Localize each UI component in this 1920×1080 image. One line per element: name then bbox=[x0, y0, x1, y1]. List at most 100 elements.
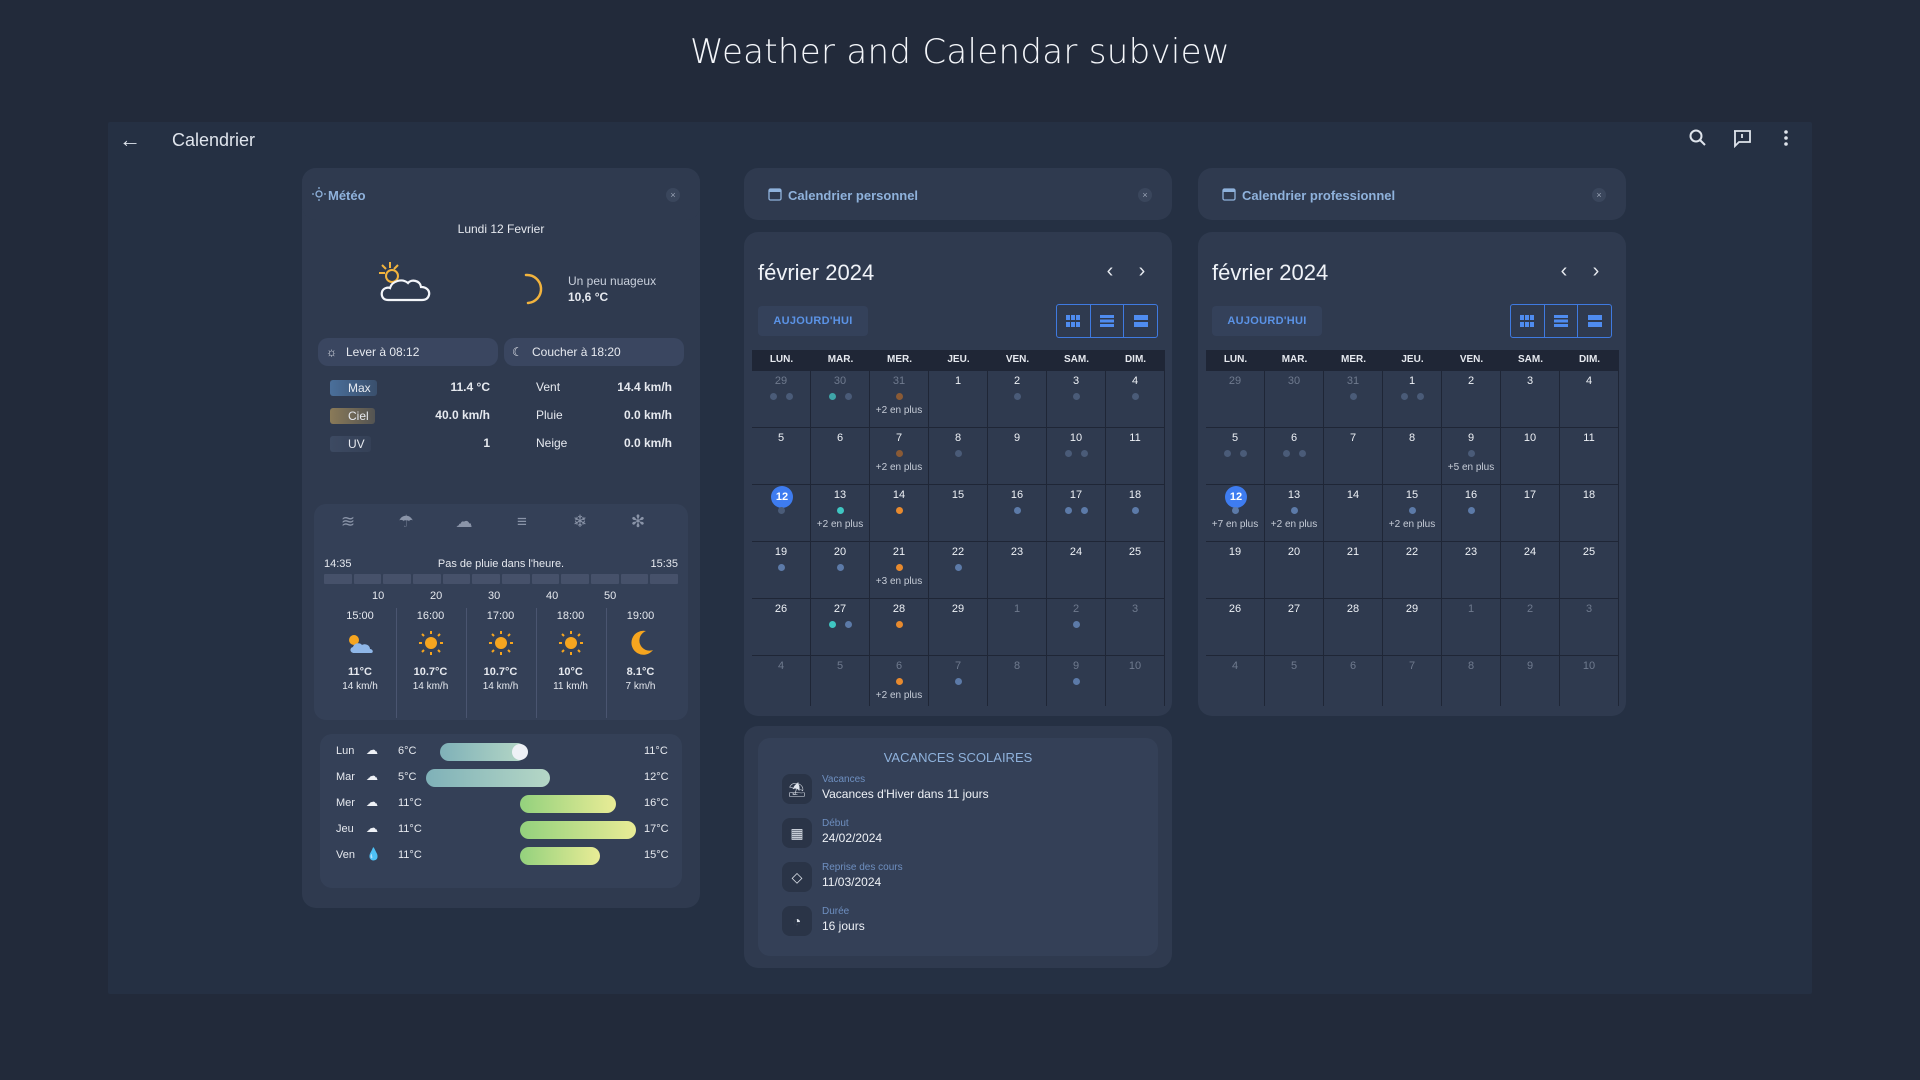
chevron-right-icon[interactable]: › bbox=[1588, 260, 1604, 283]
calendar-day[interactable]: 27 bbox=[811, 599, 869, 655]
today-button[interactable]: AUJOURD'HUI bbox=[1212, 306, 1322, 336]
more-events[interactable]: +2 en plus bbox=[1265, 519, 1323, 530]
calendar-day[interactable]: 23 bbox=[1442, 542, 1500, 598]
calendar-day[interactable]: 25 bbox=[1560, 542, 1618, 598]
calendar-day[interactable]: 28 bbox=[1324, 599, 1382, 655]
calendar-day[interactable]: 29 bbox=[1206, 371, 1264, 427]
calendar-day[interactable]: 1 bbox=[988, 599, 1046, 655]
calendar-day[interactable]: 31 bbox=[1324, 371, 1382, 427]
calendar-day[interactable]: 29 bbox=[1383, 599, 1441, 655]
calendar-day[interactable]: 1 bbox=[929, 371, 987, 427]
calendar-day[interactable]: 3 bbox=[1560, 599, 1618, 655]
calendar-day[interactable]: 2 bbox=[988, 371, 1046, 427]
more-vert-icon[interactable] bbox=[1774, 128, 1798, 152]
calendar-day[interactable]: 12 +7 en plus bbox=[1206, 485, 1264, 541]
calendar-day[interactable]: 9 bbox=[1047, 656, 1105, 712]
more-events[interactable]: +7 en plus bbox=[1206, 519, 1264, 530]
calendar-day[interactable]: 24 bbox=[1047, 542, 1105, 598]
calendar-day[interactable]: 10 bbox=[1106, 656, 1164, 712]
calendar-day[interactable]: 2 bbox=[1047, 599, 1105, 655]
calendar-day[interactable]: 6 bbox=[1265, 428, 1323, 484]
calendar-day[interactable]: 16 bbox=[988, 485, 1046, 541]
month-view-icon[interactable] bbox=[1057, 305, 1091, 337]
close-icon[interactable]: × bbox=[1592, 188, 1606, 202]
calendar-day[interactable]: 10 bbox=[1047, 428, 1105, 484]
calendar-day[interactable]: 11 bbox=[1106, 428, 1164, 484]
calendar-day[interactable]: 28 bbox=[870, 599, 928, 655]
calendar-day[interactable]: 22 bbox=[929, 542, 987, 598]
chevron-left-icon[interactable]: ‹ bbox=[1102, 260, 1118, 283]
calendar-day[interactable]: 2 bbox=[1442, 371, 1500, 427]
calendar-day[interactable]: 17 bbox=[1047, 485, 1105, 541]
day-view-icon[interactable] bbox=[1578, 305, 1611, 337]
calendar-day[interactable]: 23 bbox=[988, 542, 1046, 598]
calendar-day[interactable]: 5 bbox=[1265, 656, 1323, 712]
calendar-day[interactable]: 29 bbox=[752, 371, 810, 427]
calendar-day[interactable]: 5 bbox=[1206, 428, 1264, 484]
calendar-day[interactable]: 12 bbox=[752, 485, 810, 541]
calendar-day[interactable]: 1 bbox=[1442, 599, 1500, 655]
calendar-day[interactable]: 10 bbox=[1501, 428, 1559, 484]
more-events[interactable]: +2 en plus bbox=[870, 462, 928, 473]
calendar-day[interactable]: 26 bbox=[752, 599, 810, 655]
calendar-day[interactable]: 20 bbox=[1265, 542, 1323, 598]
calendar-day[interactable]: 18 bbox=[1106, 485, 1164, 541]
calendar-day[interactable]: 8 bbox=[988, 656, 1046, 712]
calendar-day[interactable]: 29 bbox=[929, 599, 987, 655]
calendar-day[interactable]: 8 bbox=[929, 428, 987, 484]
calendar-day[interactable]: 8 bbox=[1442, 656, 1500, 712]
calendar-day[interactable]: 1 bbox=[1383, 371, 1441, 427]
calendar-day[interactable]: 9 bbox=[988, 428, 1046, 484]
calendar-day[interactable]: 9 bbox=[1501, 656, 1559, 712]
calendar-day[interactable]: 10 bbox=[1560, 656, 1618, 712]
calendar-day[interactable]: 3 bbox=[1501, 371, 1559, 427]
calendar-day[interactable]: 6 bbox=[811, 428, 869, 484]
calendar-day[interactable]: 24 bbox=[1501, 542, 1559, 598]
calendar-day[interactable]: 3 bbox=[1047, 371, 1105, 427]
calendar-day[interactable]: 16 bbox=[1442, 485, 1500, 541]
calendar-day[interactable]: 5 bbox=[752, 428, 810, 484]
calendar-day[interactable]: 15 bbox=[929, 485, 987, 541]
more-events[interactable]: +2 en plus bbox=[870, 690, 928, 701]
more-events[interactable]: +2 en plus bbox=[870, 405, 928, 416]
calendar-day[interactable]: 21 bbox=[1324, 542, 1382, 598]
calendar-day[interactable]: 7 bbox=[1383, 656, 1441, 712]
calendar-day[interactable]: 30 bbox=[811, 371, 869, 427]
calendar-day[interactable]: 13 +2 en plus bbox=[1265, 485, 1323, 541]
calendar-day[interactable]: 7 bbox=[1324, 428, 1382, 484]
calendar-day[interactable]: 11 bbox=[1560, 428, 1618, 484]
calendar-day[interactable]: 4 bbox=[1560, 371, 1618, 427]
calendar-day[interactable]: 7 bbox=[929, 656, 987, 712]
more-events[interactable]: +5 en plus bbox=[1442, 462, 1500, 473]
more-events[interactable]: +2 en plus bbox=[811, 519, 869, 530]
calendar-day[interactable]: 31 +2 en plus bbox=[870, 371, 928, 427]
chevron-left-icon[interactable]: ‹ bbox=[1556, 260, 1572, 283]
calendar-day[interactable]: 6 +2 en plus bbox=[870, 656, 928, 712]
search-icon[interactable] bbox=[1686, 128, 1710, 152]
calendar-day[interactable]: 21 +3 en plus bbox=[870, 542, 928, 598]
today-button[interactable]: AUJOURD'HUI bbox=[758, 306, 868, 336]
close-icon[interactable]: × bbox=[1138, 188, 1152, 202]
more-events[interactable]: +2 en plus bbox=[1383, 519, 1441, 530]
more-events[interactable]: +3 en plus bbox=[870, 576, 928, 587]
calendar-day[interactable]: 13 +2 en plus bbox=[811, 485, 869, 541]
calendar-day[interactable]: 18 bbox=[1560, 485, 1618, 541]
calendar-day[interactable]: 2 bbox=[1501, 599, 1559, 655]
calendar-day[interactable]: 19 bbox=[1206, 542, 1264, 598]
day-view-icon[interactable] bbox=[1124, 305, 1157, 337]
calendar-day[interactable]: 4 bbox=[752, 656, 810, 712]
calendar-day[interactable]: 4 bbox=[1106, 371, 1164, 427]
chevron-right-icon[interactable]: › bbox=[1134, 260, 1150, 283]
calendar-day[interactable]: 8 bbox=[1383, 428, 1441, 484]
calendar-day[interactable]: 17 bbox=[1501, 485, 1559, 541]
week-view-icon[interactable] bbox=[1091, 305, 1125, 337]
month-view-icon[interactable] bbox=[1511, 305, 1545, 337]
calendar-day[interactable]: 14 bbox=[870, 485, 928, 541]
calendar-day[interactable]: 30 bbox=[1265, 371, 1323, 427]
calendar-day[interactable]: 19 bbox=[752, 542, 810, 598]
back-arrow-icon[interactable]: ← bbox=[118, 128, 142, 152]
calendar-day[interactable]: 26 bbox=[1206, 599, 1264, 655]
calendar-day[interactable]: 5 bbox=[811, 656, 869, 712]
calendar-day[interactable]: 9 +5 en plus bbox=[1442, 428, 1500, 484]
calendar-day[interactable]: 7 +2 en plus bbox=[870, 428, 928, 484]
